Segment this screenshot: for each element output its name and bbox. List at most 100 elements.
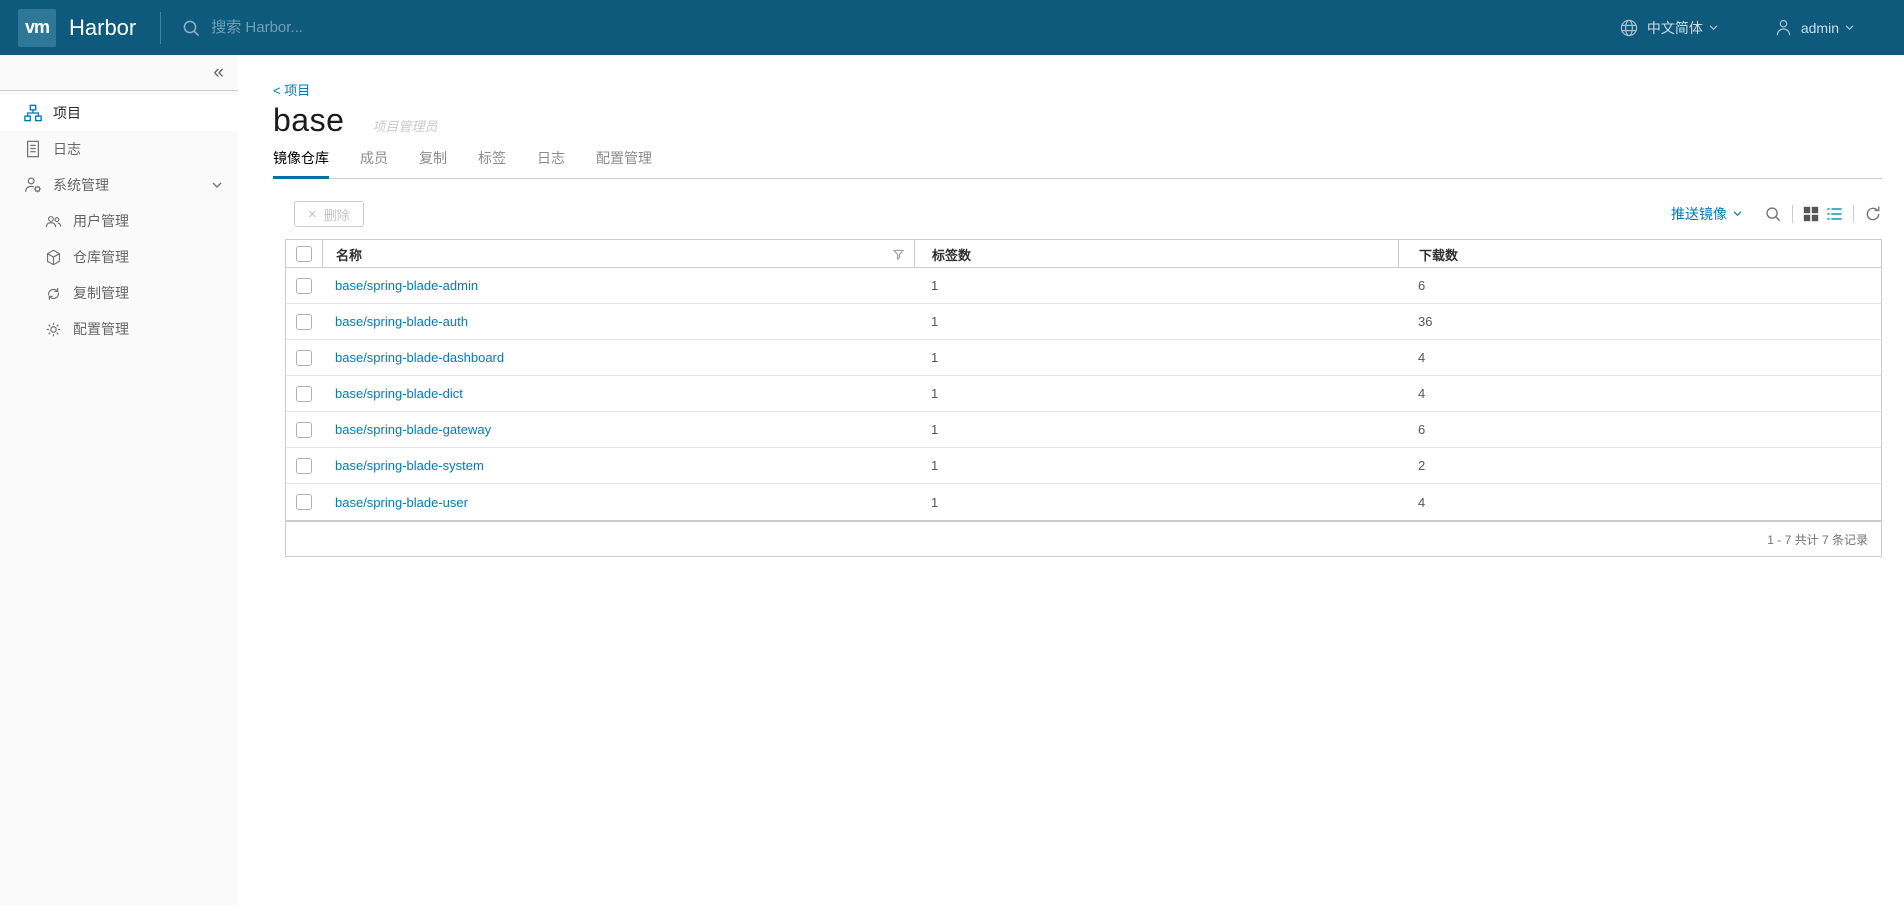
username-label: admin (1800, 19, 1839, 36)
row-checkbox[interactable] (296, 385, 312, 402)
tag-count: 1 (931, 422, 939, 437)
sidebar-item-label: 项目 (53, 105, 81, 121)
table-row: base/spring-blade-dashboard 1 4 (286, 340, 1881, 376)
language-menu[interactable]: 中文简体 (1619, 18, 1718, 38)
search-input[interactable] (211, 19, 552, 36)
delete-button[interactable]: × 删除 (294, 201, 364, 227)
sidebar-item-label: 仓库管理 (73, 249, 129, 265)
sidebar-collapse-row: « (0, 55, 238, 91)
table-footer: 1 - 7 共计 7 条记录 (286, 520, 1881, 556)
sidebar-item-label: 配置管理 (73, 321, 129, 337)
repo-toolbar: × 删除 推送镜像 (273, 199, 1882, 229)
repo-link[interactable]: base/spring-blade-auth (335, 314, 468, 329)
download-count: 4 (1418, 386, 1426, 401)
row-checkbox[interactable] (296, 349, 312, 366)
delete-x-icon: × (308, 205, 317, 223)
tag-count: 1 (931, 314, 939, 329)
user-icon (1774, 18, 1793, 37)
delete-button-label: 删除 (323, 207, 350, 223)
column-header-name: 名称 (322, 240, 914, 268)
column-header-downloads: 下载数 (1398, 240, 1881, 268)
sidebar-item-configuration[interactable]: 配置管理 (0, 311, 238, 347)
users-icon (45, 213, 62, 230)
sidebar-item-users[interactable]: 用户管理 (0, 203, 238, 239)
sidebar-item-administration[interactable]: 系统管理 (0, 167, 238, 203)
sidebar-item-label: 系统管理 (53, 177, 109, 193)
download-count: 6 (1418, 278, 1426, 293)
cube-icon (45, 249, 62, 266)
row-checkbox[interactable] (296, 457, 312, 474)
user-menu[interactable]: admin (1774, 18, 1854, 37)
select-all-cell (286, 240, 322, 268)
repo-link[interactable]: base/spring-blade-user (335, 495, 468, 510)
tab-repositories[interactable]: 镜像仓库 (273, 148, 329, 179)
download-count: 2 (1418, 458, 1426, 473)
gear-icon (45, 321, 62, 338)
select-all-checkbox[interactable] (296, 246, 312, 262)
chevron-down-icon (1709, 24, 1718, 31)
tab-replication[interactable]: 复制 (419, 148, 447, 179)
repo-link[interactable]: base/spring-blade-system (335, 458, 484, 473)
table-row: base/spring-blade-user 1 4 (286, 484, 1881, 520)
download-count: 4 (1418, 494, 1426, 510)
page-title: base (273, 102, 345, 138)
column-header-tags: 标签数 (914, 240, 1398, 268)
tab-configuration[interactable]: 配置管理 (596, 148, 652, 179)
list-view-icon[interactable] (1826, 206, 1843, 222)
tag-count: 1 (931, 386, 939, 401)
table-row: base/spring-blade-auth 1 36 (286, 304, 1881, 340)
org-chart-icon (24, 104, 42, 122)
globe-icon (1619, 18, 1639, 38)
vmware-logo[interactable]: vm (18, 8, 56, 47)
toolbar-separator (1792, 205, 1793, 223)
sidebar-item-label: 复制管理 (73, 285, 129, 301)
global-search (181, 18, 552, 38)
repo-link[interactable]: base/spring-blade-dict (335, 386, 463, 401)
filter-search-icon[interactable] (1764, 205, 1782, 223)
sidebar: « 项目 日志 系统管理 用户管理 仓库管理 复制管理 配置管理 (0, 55, 238, 905)
refresh-icon[interactable] (1864, 205, 1882, 223)
chevron-down-icon (212, 182, 222, 189)
chevron-down-icon (1727, 211, 1742, 217)
table-row: base/spring-blade-dict 1 4 (286, 376, 1881, 412)
table-row: base/spring-blade-system 1 2 (286, 448, 1881, 484)
search-icon (181, 18, 201, 38)
admin-user-gear-icon (24, 176, 42, 194)
table-row: base/spring-blade-admin 1 6 (286, 268, 1881, 304)
row-checkbox[interactable] (296, 277, 312, 294)
vmware-logo-text: vm (24, 17, 50, 37)
language-label: 中文简体 (1646, 19, 1703, 36)
tab-labels[interactable]: 标签 (478, 148, 506, 179)
tag-count: 1 (931, 350, 939, 365)
sidebar-item-label: 日志 (53, 141, 81, 157)
sidebar-item-replications[interactable]: 复制管理 (0, 275, 238, 311)
download-count: 4 (1418, 350, 1426, 365)
sidebar-item-projects[interactable]: 项目 (0, 95, 238, 131)
back-to-projects-link[interactable]: < 项目 (273, 80, 310, 99)
repo-link[interactable]: base/spring-blade-dashboard (335, 350, 504, 365)
sidebar-item-registries[interactable]: 仓库管理 (0, 239, 238, 275)
tab-logs[interactable]: 日志 (537, 148, 565, 179)
top-header: vm Harbor 中文简体 (0, 0, 1904, 55)
repo-link[interactable]: base/spring-blade-gateway (335, 422, 491, 437)
tag-count: 1 (931, 458, 939, 473)
collapse-sidebar-icon[interactable]: « (213, 63, 224, 82)
push-image-dropdown[interactable]: 推送镜像 (1671, 204, 1742, 224)
card-view-icon[interactable] (1803, 206, 1819, 222)
column-header-name-label: 名称 (336, 247, 363, 263)
download-count: 36 (1418, 314, 1433, 329)
column-header-tags-label: 标签数 (932, 247, 972, 263)
row-checkbox[interactable] (296, 421, 312, 438)
role-badge: 项目管理员 (372, 119, 438, 134)
log-list-icon (24, 140, 42, 158)
chevron-down-icon (1845, 24, 1854, 31)
project-tabs: 镜像仓库 成员 复制 标签 日志 配置管理 (273, 148, 1882, 179)
repo-link[interactable]: base/spring-blade-admin (335, 278, 478, 293)
sidebar-item-logs[interactable]: 日志 (0, 131, 238, 167)
row-checkbox[interactable] (296, 313, 312, 330)
replication-sync-icon (45, 285, 62, 302)
download-count: 6 (1418, 422, 1426, 437)
tab-members[interactable]: 成员 (360, 148, 388, 179)
filter-funnel-icon[interactable] (893, 249, 904, 260)
row-checkbox[interactable] (296, 494, 312, 510)
